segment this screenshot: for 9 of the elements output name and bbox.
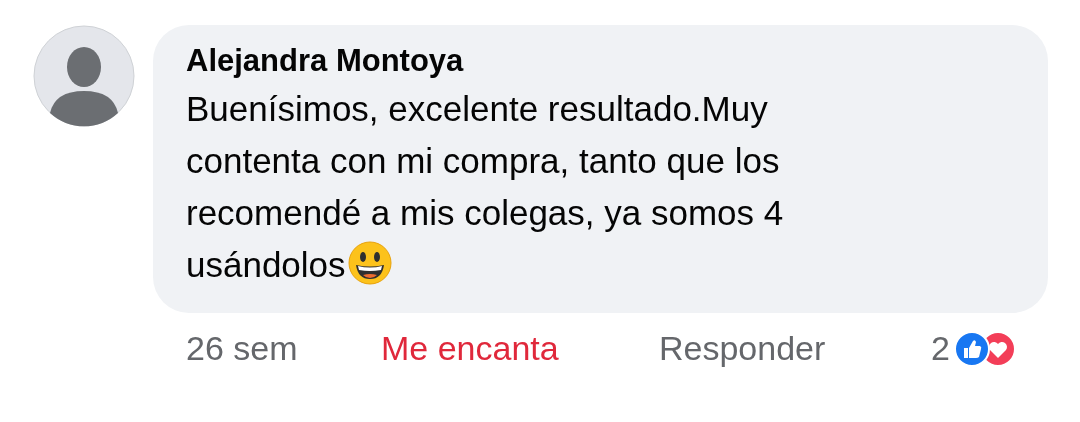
grinning-emoji-icon (347, 241, 392, 285)
comment-time: 26 sem (186, 329, 299, 368)
author-name: Alejandra Montoya (186, 43, 465, 79)
love-reaction-link[interactable]: Me encanta (381, 329, 659, 368)
comment-text: Buenísimos, excelente resultado.Muy contenta con mi compra, tanto que los recomendé a mis colegas, ya somos 4 usándolos (186, 88, 785, 287)
avatar-icon (33, 25, 135, 127)
reply-link[interactable]: Responder (659, 329, 931, 368)
like-heart-reactions-icon[interactable] (953, 330, 1016, 367)
reaction-count: 2 (931, 329, 950, 368)
